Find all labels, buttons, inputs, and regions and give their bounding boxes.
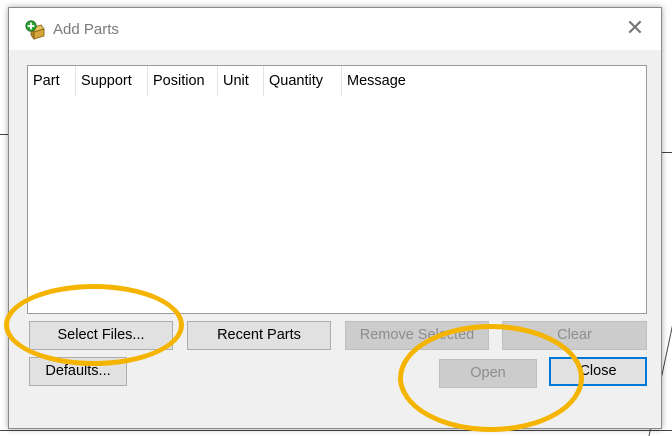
add-parts-dialog: Add Parts ✕ Part Support Position Unit Q… bbox=[8, 7, 662, 429]
column-header-part[interactable]: Part bbox=[28, 66, 76, 96]
select-files-button[interactable]: Select Files... bbox=[29, 321, 173, 350]
column-header-support[interactable]: Support bbox=[76, 66, 148, 96]
column-header-message[interactable]: Message bbox=[342, 66, 422, 96]
title-bar: Add Parts ✕ bbox=[9, 8, 661, 50]
close-button[interactable]: Close bbox=[549, 357, 647, 386]
dialog-title: Add Parts bbox=[53, 21, 119, 38]
column-header-quantity[interactable]: Quantity bbox=[264, 66, 342, 96]
recent-parts-button[interactable]: Recent Parts bbox=[187, 321, 331, 350]
open-button[interactable]: Open bbox=[439, 359, 537, 388]
parts-list[interactable]: Part Support Position Unit Quantity Mess… bbox=[27, 65, 647, 314]
column-header-position[interactable]: Position bbox=[148, 66, 218, 96]
list-header: Part Support Position Unit Quantity Mess… bbox=[28, 66, 422, 96]
column-header-unit[interactable]: Unit bbox=[218, 66, 264, 96]
defaults-button[interactable]: Defaults... bbox=[29, 357, 127, 386]
clear-button[interactable]: Clear bbox=[502, 321, 647, 350]
remove-selected-button[interactable]: Remove Selected bbox=[345, 321, 489, 350]
add-parts-icon bbox=[25, 20, 45, 40]
grid-line bbox=[0, 430, 672, 431]
close-icon[interactable]: ✕ bbox=[623, 16, 647, 40]
